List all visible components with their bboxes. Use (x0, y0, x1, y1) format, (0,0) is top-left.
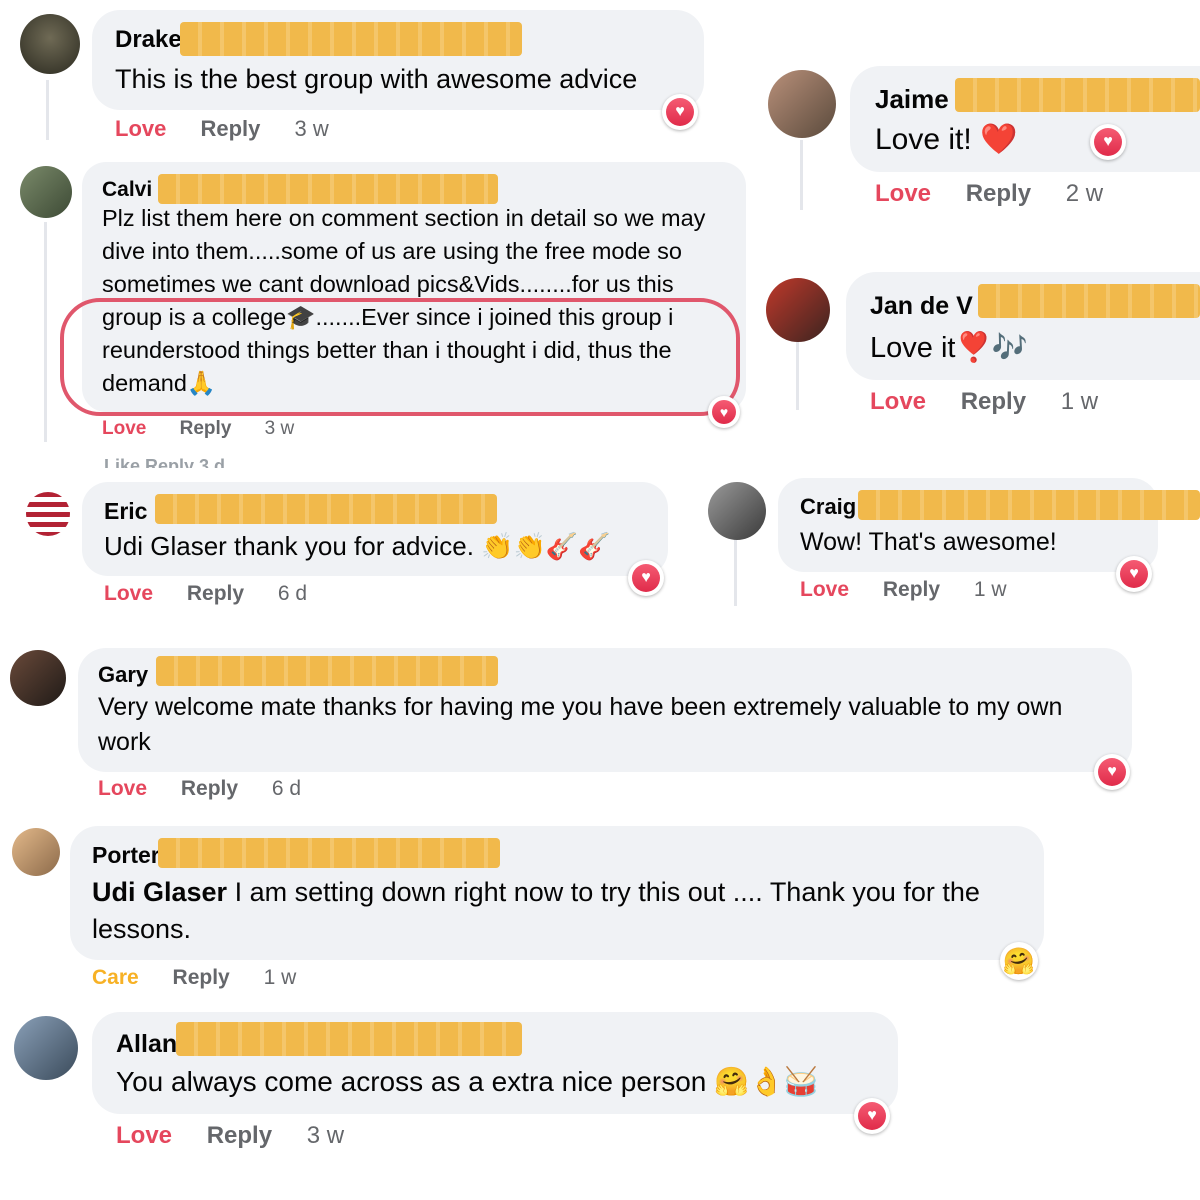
comment-actions: Love Reply 1 w (870, 388, 1126, 416)
heart-reaction-badge[interactable]: ♥ (662, 94, 698, 130)
heart-reaction-badge[interactable]: ♥ (1116, 556, 1152, 592)
care-reaction-badge[interactable]: 🤗 (1000, 942, 1038, 980)
love-button[interactable]: Love (870, 388, 926, 415)
heart-icon: ♥ (632, 564, 660, 592)
reply-button[interactable]: Reply (966, 180, 1031, 207)
avatar[interactable] (20, 14, 80, 74)
care-button[interactable]: Care (92, 966, 139, 989)
avatar[interactable] (766, 278, 830, 342)
comment-actions: Love Reply 2 w (875, 180, 1131, 208)
redaction-mark (180, 22, 522, 56)
timestamp[interactable]: 3 w (307, 1122, 344, 1149)
commenter-name[interactable]: Allan (116, 1030, 177, 1059)
thread-line (46, 80, 49, 140)
heart-icon: ♥ (712, 400, 736, 424)
comment-text: Very welcome mate thanks for having me y… (98, 693, 1063, 756)
comment-actions: Love Reply 3 w (102, 418, 322, 440)
timestamp[interactable]: 1 w (974, 578, 1007, 601)
heart-reaction-badge[interactable]: ♥ (1090, 124, 1126, 160)
heart-reaction-badge[interactable]: ♥ (854, 1098, 890, 1134)
heart-icon: ♥ (1098, 758, 1126, 786)
love-button[interactable]: Love (116, 1122, 172, 1149)
highlight-circle (60, 298, 740, 416)
reply-button[interactable]: Reply (173, 966, 230, 989)
heart-reaction-badge[interactable]: ♥ (708, 396, 740, 428)
love-button[interactable]: Love (104, 582, 153, 605)
avatar[interactable] (768, 70, 836, 138)
avatar[interactable] (10, 650, 66, 706)
redaction-mark (158, 838, 500, 868)
timestamp[interactable]: 3 w (265, 418, 295, 439)
reply-button[interactable]: Reply (187, 582, 244, 605)
love-button[interactable]: Love (875, 180, 931, 207)
avatar[interactable] (12, 828, 60, 876)
timestamp[interactable]: 1 w (264, 966, 297, 989)
reply-button[interactable]: Reply (180, 418, 232, 439)
reply-button[interactable]: Reply (181, 777, 238, 800)
redaction-mark (176, 1022, 522, 1056)
thread-line (44, 222, 47, 442)
comment-text: Love it! ❤️ (875, 123, 1018, 156)
redaction-mark (158, 174, 498, 204)
reply-button[interactable]: Reply (207, 1122, 272, 1149)
comment-text: Udi Glaser I am setting down right now t… (92, 874, 1012, 948)
redaction-mark (156, 656, 498, 686)
heart-reaction-badge[interactable]: ♥ (1094, 754, 1130, 790)
redaction-mark (978, 284, 1200, 318)
comment-text: Love it❣️🎶 (870, 332, 1028, 364)
commenter-name[interactable]: Jan de V (870, 292, 973, 321)
love-button[interactable]: Love (98, 777, 147, 800)
reply-button[interactable]: Reply (200, 116, 260, 141)
thread-line (800, 140, 803, 210)
care-icon: 🤗 (1002, 945, 1036, 976)
timestamp[interactable]: 6 d (272, 777, 301, 800)
heart-icon: ♥ (666, 98, 694, 126)
comment-actions: Love Reply 1 w (800, 578, 1035, 602)
comment-actions: Love Reply 3 w (116, 1122, 372, 1150)
comment-text: Wow! That's awesome! (800, 528, 1057, 556)
love-button[interactable]: Love (102, 418, 146, 439)
heart-icon: ♥ (1120, 560, 1148, 588)
redaction-mark (155, 494, 497, 524)
commenter-name[interactable]: Drake (115, 26, 182, 54)
heart-icon: ♥ (1094, 128, 1122, 156)
timestamp[interactable]: 1 w (1061, 388, 1098, 415)
redaction-mark (858, 490, 1200, 520)
avatar[interactable] (20, 166, 72, 218)
timestamp[interactable]: 2 w (1066, 180, 1103, 207)
redaction-mark (955, 78, 1200, 112)
thread-line (796, 340, 799, 410)
mention-link[interactable]: Udi Glaser (92, 877, 227, 907)
thread-line (734, 540, 737, 606)
avatar[interactable] (26, 492, 70, 536)
commenter-name[interactable]: Craig (800, 494, 856, 520)
commenter-name[interactable]: Eric (104, 498, 147, 525)
love-button[interactable]: Love (800, 578, 849, 601)
reply-button[interactable]: Reply (883, 578, 940, 601)
avatar[interactable] (708, 482, 766, 540)
commenter-name[interactable]: Gary (98, 662, 148, 688)
comment-actions: Love Reply 6 d (98, 777, 329, 801)
cropped-action-row: Like Reply 3 d (104, 456, 226, 468)
comment-text: This is the best group with awesome advi… (115, 64, 638, 94)
comment-text: Udi Glaser thank you for advice. 👏👏🎸🎸 (104, 531, 611, 561)
comment-text: You always come across as a extra nice p… (116, 1066, 819, 1097)
reply-button[interactable]: Reply (961, 388, 1026, 415)
timestamp[interactable]: 6 d (278, 582, 307, 605)
love-button[interactable]: Love (115, 116, 166, 141)
heart-icon: ♥ (858, 1102, 886, 1130)
commenter-name[interactable]: Jaime (875, 84, 949, 115)
commenter-name[interactable]: Porter (92, 842, 160, 869)
commenter-name[interactable]: Calvi (102, 178, 152, 202)
comment-actions: Love Reply 3 w (115, 116, 357, 142)
heart-reaction-badge[interactable]: ♥ (628, 560, 664, 596)
comment-actions: Care Reply 1 w (92, 966, 324, 990)
timestamp[interactable]: 3 w (295, 116, 329, 141)
avatar[interactable] (14, 1016, 78, 1080)
comment-actions: Love Reply 6 d (104, 582, 335, 606)
